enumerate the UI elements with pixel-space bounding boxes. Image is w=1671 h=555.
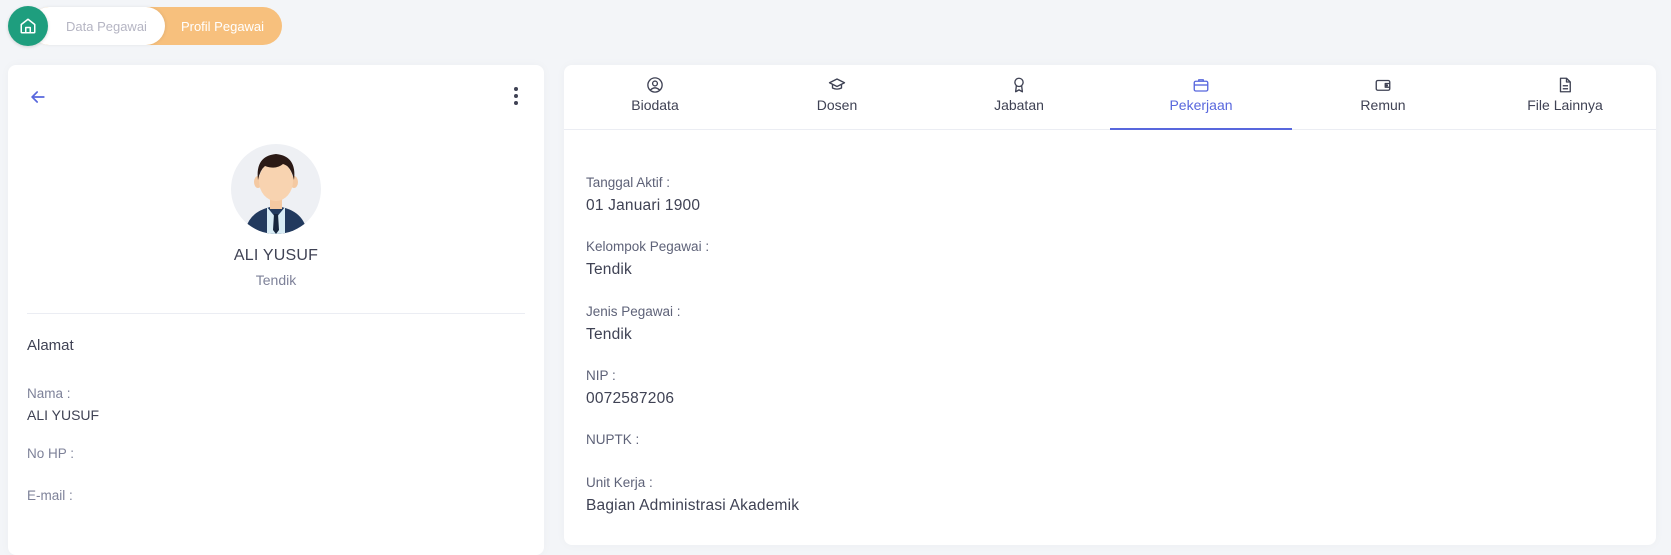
avatar-illustration	[245, 154, 307, 234]
field-label-unit-kerja: Unit Kerja :	[586, 475, 653, 490]
user-circle-icon	[647, 77, 663, 93]
field-label-jenis-pegawai: Jenis Pegawai :	[586, 304, 681, 319]
tab-label: Jabatan	[994, 97, 1044, 113]
tab-biodata[interactable]: Biodata	[564, 65, 746, 129]
back-arrow-icon[interactable]	[28, 87, 48, 107]
profile-name: ALI YUSUF	[233, 247, 319, 264]
kebab-dot	[514, 94, 518, 98]
graduation-cap-icon	[828, 78, 846, 90]
field-label-email: E-mail :	[27, 488, 73, 503]
award-icon	[1014, 77, 1024, 93]
kebab-dot	[514, 101, 518, 105]
field-label-kelompok-pegawai: Kelompok Pegawai :	[586, 239, 710, 254]
tab-label: Biodata	[631, 97, 679, 113]
breadcrumb-profil-pegawai: Profil Pegawai	[180, 18, 265, 34]
tab-label: Remun	[1360, 97, 1406, 113]
tab-file-lainnya[interactable]: File Lainnya	[1474, 65, 1656, 129]
profile-role: Tendik	[255, 272, 297, 288]
section-title-alamat: Alamat	[27, 337, 74, 354]
field-value-jenis-pegawai: Tendik	[586, 326, 633, 343]
field-value-tanggal-aktif: 01 Januari 1900	[586, 197, 701, 214]
field-label-no-hp: No HP :	[27, 446, 75, 461]
profile-card: ALI YUSUF Tendik Alamat Nama : ALI YUSUF…	[8, 65, 544, 555]
breadcrumb-trail: Data Pegawai Profil Pegawai	[30, 7, 283, 45]
field-label-nuptk: NUPTK :	[586, 432, 640, 447]
field-value-nama: ALI YUSUF	[27, 407, 100, 423]
tab-remun[interactable]: Remun	[1292, 65, 1474, 129]
field-label-nama: Nama :	[27, 386, 71, 401]
tab-dosen[interactable]: Dosen	[746, 65, 928, 129]
field-value-unit-kerja: Bagian Administrasi Akademik	[586, 497, 800, 514]
divider	[27, 313, 525, 314]
more-options-button[interactable]	[506, 85, 526, 107]
detail-card: Biodata Dosen Jabatan Pekerjaan Remun Fi…	[564, 65, 1656, 545]
kebab-dot	[514, 87, 518, 91]
breadcrumb: Data Pegawai Profil Pegawai	[8, 6, 283, 46]
field-label-tanggal-aktif: Tanggal Aktif :	[586, 175, 671, 190]
field-value-kelompok-pegawai: Tendik	[586, 261, 633, 278]
tab-label: File Lainnya	[1527, 97, 1603, 113]
tab-label: Dosen	[816, 97, 858, 113]
wallet-icon	[1375, 79, 1391, 91]
tab-pekerjaan[interactable]: Pekerjaan	[1110, 65, 1292, 130]
file-icon	[1559, 77, 1571, 93]
home-icon	[20, 18, 36, 34]
tab-label: Pekerjaan	[1169, 97, 1233, 113]
field-label-nip: NIP :	[586, 368, 616, 383]
briefcase-icon	[1193, 79, 1209, 92]
tab-bar: Biodata Dosen Jabatan Pekerjaan Remun Fi…	[564, 65, 1656, 130]
avatar	[231, 144, 321, 234]
breadcrumb-data-pegawai[interactable]: Data Pegawai	[30, 7, 165, 45]
field-value-nip: 0072587206	[586, 390, 675, 407]
home-button[interactable]	[8, 6, 48, 46]
tab-jabatan[interactable]: Jabatan	[928, 65, 1110, 129]
